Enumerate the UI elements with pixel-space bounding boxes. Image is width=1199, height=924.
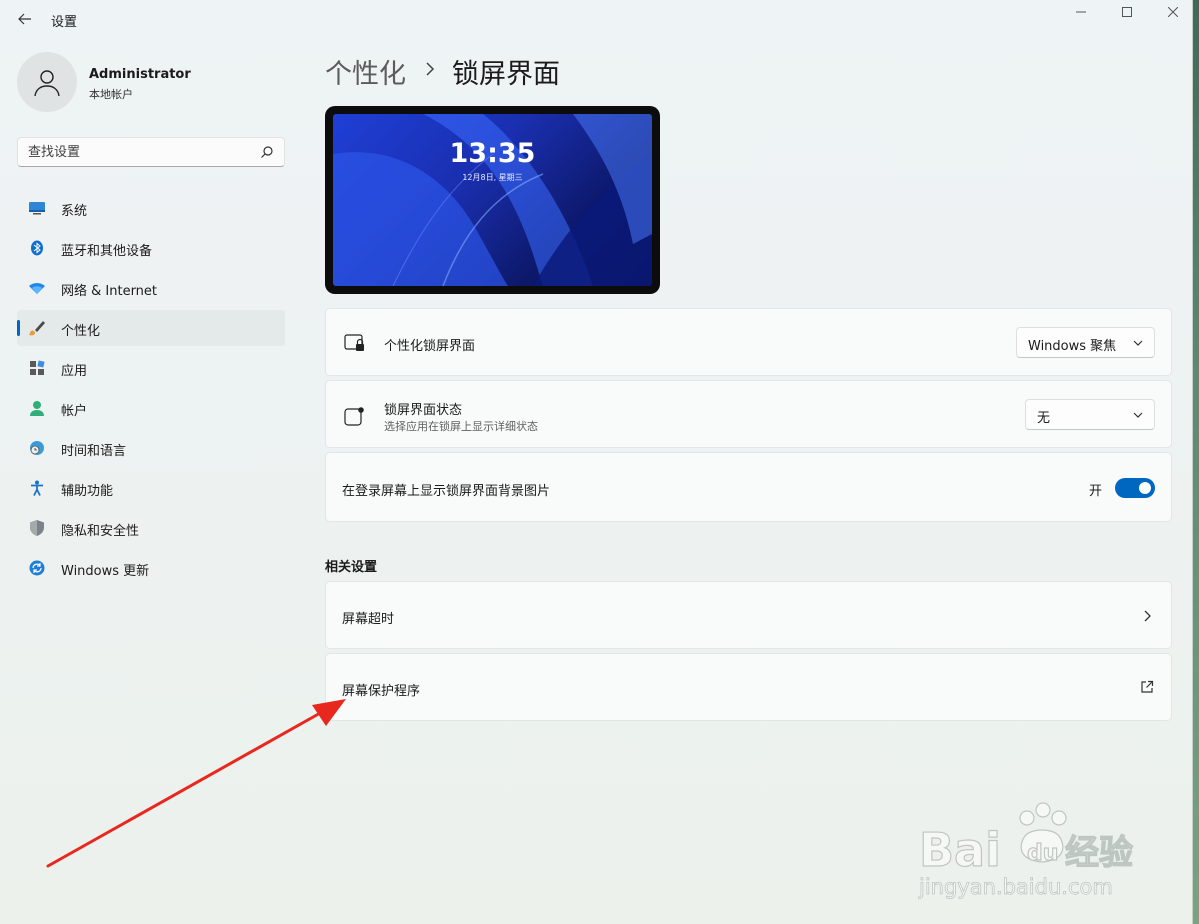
sidebar-item-label: 帐户	[61, 404, 88, 419]
related-item-screen-timeout[interactable]: 屏幕超时	[325, 581, 1172, 649]
sidebar-item-apps[interactable]: 应用	[17, 350, 285, 386]
dropdown-value: 无	[1037, 411, 1051, 426]
status-app-icon	[344, 405, 366, 427]
search-box[interactable]	[17, 137, 285, 167]
svg-text:Bai: Bai	[919, 823, 1001, 877]
lock-screen-status-card: 锁屏界面状态 选择应用在锁屏上显示详细状态 无	[325, 380, 1172, 448]
back-arrow-icon	[18, 13, 31, 25]
person-icon	[34, 70, 60, 97]
close-icon	[1168, 7, 1178, 17]
sidebar-item-label: Windows 更新	[61, 564, 150, 579]
signin-background-toggle[interactable]	[1115, 478, 1155, 498]
svg-text:经验: 经验	[1065, 833, 1133, 873]
signin-background-card: 在登录屏幕上显示锁屏界面背景图片 开	[325, 452, 1172, 522]
brush-icon	[28, 320, 46, 336]
maximize-icon	[1122, 7, 1132, 17]
sidebar-item-network[interactable]: 网络 & Internet	[17, 270, 285, 306]
sidebar-item-privacy[interactable]: 隐私和安全性	[17, 510, 285, 546]
chevron-right-icon	[1144, 610, 1151, 622]
svg-text:du: du	[1027, 841, 1058, 866]
lock-screen-preview: 13:35 12月8日, 星期三	[325, 106, 660, 294]
sidebar-item-label: 隐私和安全性	[61, 524, 140, 539]
apps-icon	[28, 360, 46, 376]
sidebar-item-label: 应用	[61, 364, 88, 379]
maximize-button[interactable]	[1104, 0, 1150, 24]
monitor-icon	[28, 200, 46, 216]
dropdown-value: Windows 聚焦	[1028, 339, 1117, 354]
chevron-right-icon	[420, 56, 440, 82]
sidebar-item-label: 辅助功能	[61, 484, 114, 499]
sidebar-item-personalization[interactable]: 个性化	[17, 310, 285, 346]
minimize-button[interactable]	[1058, 0, 1104, 24]
wifi-icon	[28, 280, 46, 296]
preview-date: 12月8日, 星期三	[462, 173, 523, 182]
sidebar-item-label: 时间和语言	[61, 444, 127, 459]
search-input[interactable]	[18, 138, 248, 166]
sidebar-item-time-language[interactable]: 时间和语言	[17, 430, 285, 466]
sidebar-item-windows-update[interactable]: Windows 更新	[17, 550, 285, 586]
close-button[interactable]	[1150, 0, 1196, 24]
toggle-state-label: 开	[1089, 484, 1103, 499]
sidebar-item-accounts[interactable]: 帐户	[17, 390, 285, 426]
person-icon	[28, 400, 46, 416]
baidu-jingyan-watermark: Bai du 经验 jingyan.baidu.com	[918, 802, 1134, 899]
sidebar-item-label: 系统	[61, 204, 88, 219]
toggle-knob	[1139, 482, 1151, 494]
account-type: 本地帐户	[89, 88, 133, 101]
sidebar-item-label: 蓝牙和其他设备	[61, 244, 153, 259]
desktop-edge	[1193, 0, 1199, 924]
chevron-down-icon	[1133, 340, 1143, 346]
chevron-down-icon	[1133, 412, 1143, 418]
setting-title: 在登录屏幕上显示锁屏界面背景图片	[342, 484, 551, 499]
personalize-lock-screen-card: 个性化锁屏界面 Windows 聚焦	[325, 308, 1172, 376]
sidebar-item-label: 个性化	[61, 324, 101, 339]
section-heading: 相关设置	[325, 560, 378, 575]
globe-clock-icon	[28, 440, 46, 456]
back-button[interactable]	[12, 8, 38, 30]
search-icon[interactable]	[260, 145, 274, 159]
sidebar-item-label: 网络 & Internet	[61, 284, 158, 299]
breadcrumb-parent[interactable]: 个性化	[325, 52, 406, 91]
bluetooth-icon	[28, 240, 46, 256]
external-link-icon	[1141, 680, 1154, 693]
accessibility-icon	[28, 480, 46, 496]
related-item-label: 屏幕超时	[342, 612, 395, 627]
lock-screen-icon	[344, 332, 366, 354]
app-title: 设置	[51, 15, 78, 30]
sidebar-item-accessibility[interactable]: 辅助功能	[17, 470, 285, 506]
settings-window: 设置 Administrator 本地帐户 系统 蓝牙和其他设备 网络 & In…	[0, 0, 1193, 924]
sidebar-item-system[interactable]: 系统	[17, 190, 285, 226]
related-item-screen-saver[interactable]: 屏幕保护程序	[325, 653, 1172, 721]
user-name: Administrator	[89, 67, 191, 82]
minimize-icon	[1076, 11, 1086, 13]
shield-icon	[28, 520, 46, 536]
setting-title: 锁屏界面状态	[384, 403, 463, 418]
avatar[interactable]	[17, 52, 77, 112]
active-indicator	[17, 320, 20, 336]
svg-text:jingyan.baidu.com: jingyan.baidu.com	[918, 875, 1113, 899]
setting-description: 选择应用在锁屏上显示详细状态	[384, 420, 538, 433]
sidebar-item-bluetooth[interactable]: 蓝牙和其他设备	[17, 230, 285, 266]
related-item-label: 屏幕保护程序	[342, 684, 421, 699]
page-title: 锁屏界面	[452, 59, 560, 90]
preview-clock: 13:35	[449, 138, 536, 169]
lock-screen-background-select[interactable]: Windows 聚焦	[1016, 327, 1155, 358]
title-bar: 设置	[0, 0, 1193, 38]
update-icon	[28, 560, 46, 576]
setting-title: 个性化锁屏界面	[384, 339, 476, 354]
lock-screen-status-select[interactable]: 无	[1025, 399, 1155, 430]
preview-wallpaper: 13:35 12月8日, 星期三	[333, 114, 652, 286]
